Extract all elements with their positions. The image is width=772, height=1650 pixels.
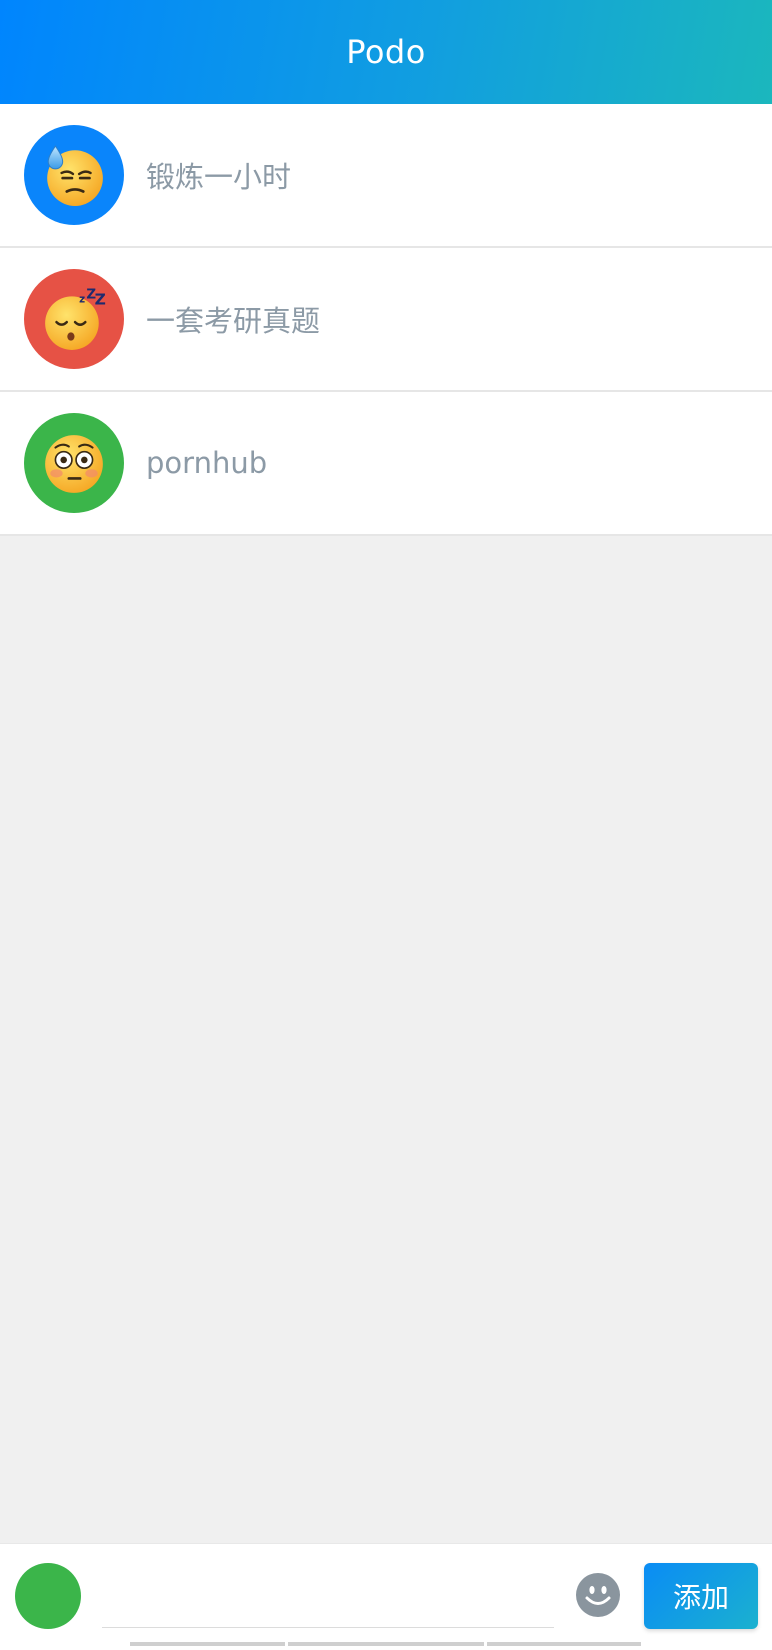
app-title: Podo [346, 33, 426, 71]
downcast-sweat-face-icon [47, 145, 103, 206]
sleeping-face-icon: z Z Z [45, 287, 106, 350]
todo-item-label: 一套考研真题 [146, 304, 321, 338]
todo-item[interactable]: pornhub [0, 392, 772, 536]
smiley-icon[interactable] [576, 1573, 620, 1617]
composer-bar: 添加 [0, 1543, 772, 1650]
todo-color-avatar [24, 413, 124, 513]
scroll-indicator [487, 1642, 641, 1646]
todo-list: 锻炼一小时 z Z Z 一套考研真题 pornhub [0, 104, 772, 536]
scroll-indicator [130, 1642, 285, 1646]
app-header: Podo [0, 0, 772, 104]
todo-input[interactable] [102, 1566, 554, 1628]
color-picker-button[interactable] [15, 1563, 81, 1629]
todo-item-label: pornhub [146, 446, 268, 480]
add-button[interactable]: 添加 [644, 1563, 758, 1629]
todo-color-avatar [24, 125, 124, 225]
svg-text:z: z [79, 294, 85, 306]
todo-color-avatar: z Z Z [24, 269, 124, 369]
scroll-indicator [288, 1642, 484, 1646]
todo-item-label: 锻炼一小时 [146, 160, 292, 194]
todo-item[interactable]: 锻炼一小时 [0, 104, 772, 248]
flushed-face-icon [45, 435, 103, 493]
app-screen: Podo 锻炼一小时 z Z Z 一套考研真题 pornhub 添加 [0, 0, 772, 1650]
todo-item[interactable]: z Z Z 一套考研真题 [0, 248, 772, 392]
svg-text:Z: Z [95, 291, 106, 309]
